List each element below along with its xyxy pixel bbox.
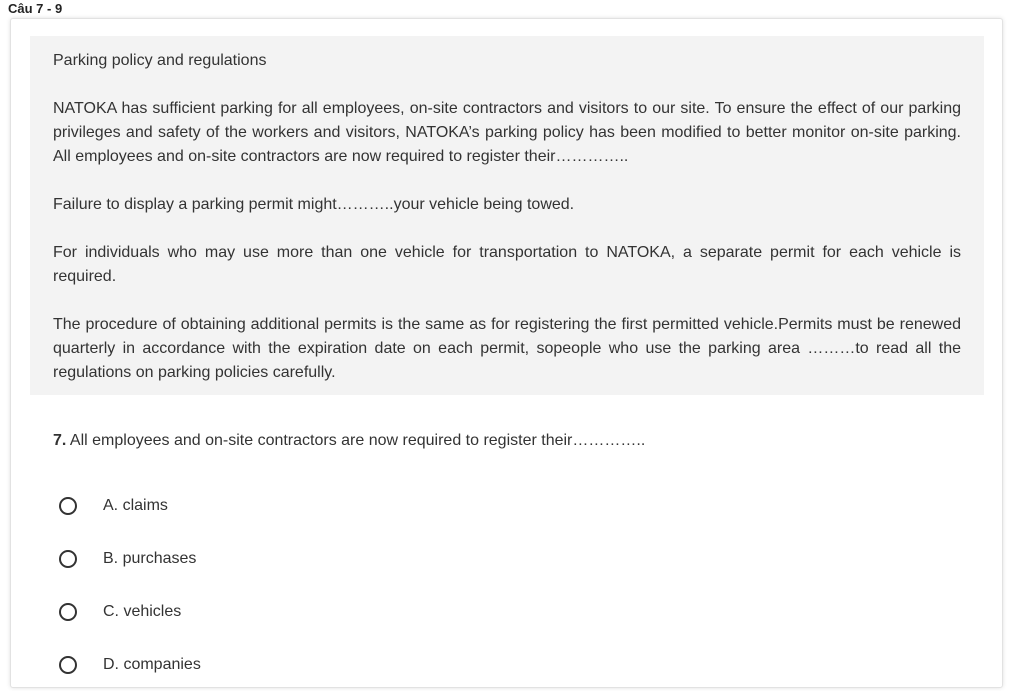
option-d[interactable]: D. companies — [59, 638, 659, 691]
passage-paragraph: For individuals who may use more than on… — [53, 244, 961, 285]
question-card: Parking policy and regulations NATOKA ha… — [10, 18, 1003, 688]
question-prompt: 7. All employees and on-site contractors… — [53, 429, 645, 453]
radio-button-icon[interactable] — [59, 655, 77, 674]
option-label[interactable]: A. claims — [103, 497, 168, 515]
radio-button-icon[interactable] — [59, 602, 77, 621]
option-c[interactable]: C. vehicles — [59, 585, 659, 638]
passage-paragraph: NATOKA has sufficient parking for all em… — [53, 100, 961, 165]
question-text: All employees and on-site contractors ar… — [69, 432, 646, 449]
question-number: 7. — [53, 432, 67, 449]
option-label[interactable]: C. vehicles — [103, 603, 181, 621]
answer-options: A. claims B. purchases C. vehicles D. co… — [59, 479, 659, 691]
radio-button-icon[interactable] — [59, 549, 77, 568]
radio-button-icon[interactable] — [59, 496, 77, 515]
passage-paragraph: Failure to display a parking permit migh… — [53, 196, 575, 213]
option-label[interactable]: D. companies — [103, 656, 201, 674]
option-b[interactable]: B. purchases — [59, 532, 659, 585]
option-a[interactable]: A. claims — [59, 479, 659, 532]
passage-title: Parking policy and regulations — [53, 52, 267, 69]
reading-passage: Parking policy and regulations NATOKA ha… — [30, 36, 984, 395]
option-label[interactable]: B. purchases — [103, 550, 196, 568]
question-group-title: Câu 7 - 9 — [8, 1, 63, 16]
passage-paragraph: The procedure of obtaining additional pe… — [53, 316, 961, 381]
